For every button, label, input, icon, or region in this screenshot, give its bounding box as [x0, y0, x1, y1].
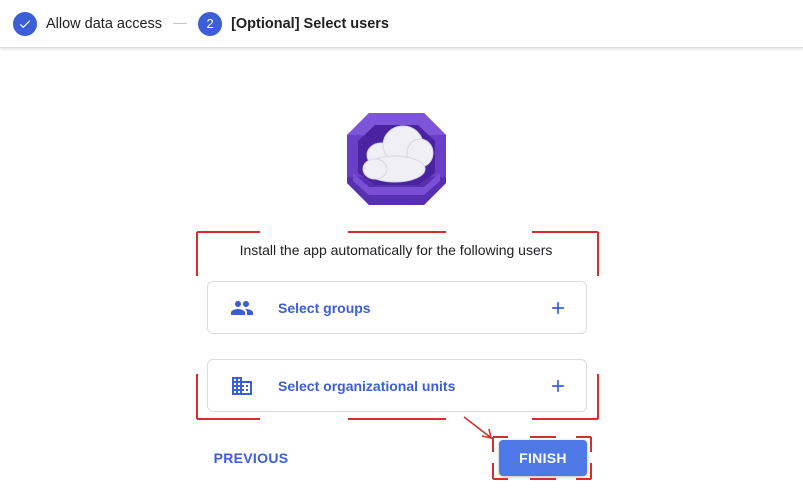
select-groups-label: Select groups	[278, 299, 371, 316]
finish-button[interactable]: FINISH	[499, 440, 587, 476]
previous-button[interactable]: PREVIOUS	[206, 443, 296, 473]
instruction-text: Install the app automatically for the fo…	[239, 242, 553, 258]
arrow-icon	[463, 416, 493, 440]
add-icon[interactable]	[548, 298, 568, 318]
add-icon[interactable]	[548, 376, 568, 396]
step-complete-badge	[13, 11, 37, 36]
check-icon	[19, 19, 31, 28]
step-number-badge: 2	[198, 11, 223, 36]
select-groups-card[interactable]: Select groups	[207, 281, 587, 334]
step-allow-data-access[interactable]: Allow data access	[13, 11, 163, 36]
select-org-units-card[interactable]: Select organizational units	[207, 359, 587, 412]
step-select-users[interactable]: 2 [Optional] Select users	[198, 11, 389, 36]
building-icon	[232, 377, 252, 395]
step-connector	[173, 23, 188, 24]
stepper-header: Allow data access 2 [Optional] Select us…	[0, 0, 803, 48]
select-org-units-label: Select organizational units	[278, 377, 456, 394]
app-logo	[347, 113, 446, 205]
step-label: [Optional] Select users	[231, 15, 389, 32]
step-label: Allow data access	[46, 15, 163, 32]
group-icon	[231, 301, 253, 315]
